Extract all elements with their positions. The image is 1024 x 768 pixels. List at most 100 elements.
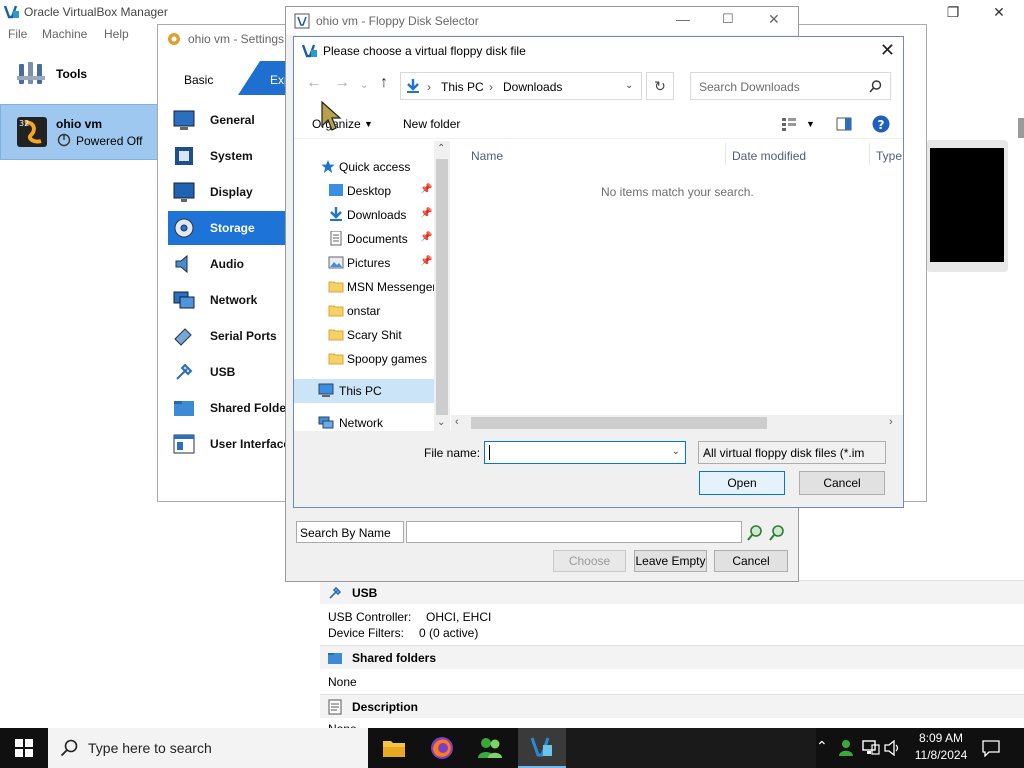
help-icon[interactable]: ? bbox=[872, 115, 890, 133]
refresh-button[interactable]: ↻ bbox=[646, 72, 674, 100]
back-arrow-icon[interactable]: ← bbox=[306, 74, 322, 92]
settings-category-display[interactable]: Display bbox=[168, 175, 286, 209]
scroll-right-icon[interactable]: › bbox=[889, 416, 893, 428]
shared-folders-icon bbox=[174, 401, 194, 416]
settings-category-network[interactable]: Network bbox=[168, 283, 286, 317]
file-name-input[interactable]: ⌄ bbox=[484, 441, 686, 464]
navigation-pane-scrollbar[interactable]: ⌃ ⌄ bbox=[434, 141, 450, 431]
scroll-up-icon[interactable]: ⌃ bbox=[437, 143, 445, 154]
menu-help[interactable]: Help bbox=[104, 27, 129, 41]
taskbar-virtualbox[interactable] bbox=[518, 728, 566, 768]
file-type-filter-dropdown[interactable]: All virtual floppy disk files (*.im ⌄ bbox=[698, 441, 886, 464]
tray-clock-date[interactable]: 11/8/2024 bbox=[910, 748, 972, 762]
chevron-down-icon[interactable]: ⌄ bbox=[672, 446, 680, 457]
nav-item-spoopy-games[interactable]: Spoopy games bbox=[294, 347, 434, 371]
taskbar-file-explorer[interactable] bbox=[370, 728, 418, 768]
up-arrow-icon[interactable]: ↑ bbox=[380, 74, 388, 92]
floppy-selector-maximize-button[interactable]: ☐ bbox=[722, 11, 734, 27]
nav-item-pictures[interactable]: Pictures 📌 bbox=[294, 251, 434, 275]
taskbar-msn-messenger[interactable] bbox=[466, 728, 514, 768]
menu-machine[interactable]: Machine bbox=[42, 27, 87, 41]
tab-basic[interactable]: Basic bbox=[168, 61, 238, 95]
file-list-horizontal-scrollbar[interactable]: ‹ › bbox=[451, 415, 903, 431]
nav-item-scary-shit[interactable]: Scary Shit bbox=[294, 323, 434, 347]
tray-clock-time[interactable]: 8:09 AM bbox=[910, 731, 972, 745]
settings-category-user-interface[interactable]: User Interface bbox=[168, 427, 290, 461]
nav-item-documents[interactable]: Documents 📌 bbox=[294, 227, 434, 251]
notifications-icon[interactable] bbox=[982, 739, 1000, 757]
network-status-icon[interactable] bbox=[862, 740, 880, 756]
floppy-selector-minimize-button[interactable]: — bbox=[676, 11, 690, 27]
floppy-search-input[interactable] bbox=[406, 521, 742, 543]
column-date-modified[interactable]: Date modified bbox=[732, 149, 806, 173]
shared-folders-section-header[interactable]: Shared folders bbox=[320, 645, 1024, 669]
search-icon[interactable] bbox=[746, 524, 764, 542]
search-downloads-input[interactable]: Search Downloads bbox=[690, 72, 891, 100]
menu-file[interactable]: File bbox=[8, 27, 27, 41]
address-history-chevron-icon[interactable]: ⌄ bbox=[625, 80, 633, 91]
settings-category-serial-ports[interactable]: Serial Ports bbox=[168, 319, 286, 353]
category-label: General bbox=[210, 113, 255, 127]
navigation-scroll-thumb[interactable] bbox=[436, 159, 448, 415]
view-options-icon[interactable] bbox=[781, 117, 797, 131]
pin-icon: 📌 bbox=[420, 208, 433, 219]
tools-item[interactable]: Tools bbox=[0, 46, 160, 102]
search-next-icon[interactable] bbox=[768, 524, 786, 542]
choose-button[interactable]: Choose bbox=[553, 550, 626, 572]
vm-list-item-ohio-vm[interactable]: 32 ohio vm Powered Off bbox=[0, 104, 160, 160]
nav-item-this-pc[interactable]: This PC bbox=[294, 379, 434, 403]
description-section-header[interactable]: Description bbox=[320, 694, 1024, 718]
preview-pane-icon[interactable] bbox=[836, 117, 852, 131]
virtualbox-logo-icon bbox=[4, 5, 19, 19]
column-type[interactable]: Type bbox=[876, 149, 902, 173]
audio-speaker-icon bbox=[175, 254, 188, 274]
new-folder-button[interactable]: New folder bbox=[403, 117, 460, 131]
settings-category-shared-folders[interactable]: Shared Folders bbox=[168, 391, 297, 425]
settings-category-storage[interactable]: Storage bbox=[168, 211, 286, 245]
tray-overflow-chevron-icon[interactable]: ⌃ bbox=[816, 738, 828, 755]
leave-empty-button[interactable]: Leave Empty bbox=[634, 550, 707, 572]
nav-item-downloads[interactable]: Downloads 📌 bbox=[294, 203, 434, 227]
scroll-left-icon[interactable]: ‹ bbox=[455, 416, 459, 428]
taskbar-search-box[interactable]: Type here to search bbox=[48, 728, 368, 768]
file-name-label: File name: bbox=[424, 446, 481, 460]
column-divider bbox=[869, 143, 870, 165]
settings-category-system[interactable]: System bbox=[168, 139, 286, 173]
file-dialog-cancel-button[interactable]: Cancel bbox=[799, 471, 885, 495]
nav-item-quick-access[interactable]: Quick access bbox=[294, 155, 434, 179]
volume-icon[interactable] bbox=[884, 740, 902, 756]
details-scrollbar-thumb[interactable] bbox=[1018, 118, 1024, 138]
horizontal-scroll-thumb[interactable] bbox=[471, 417, 767, 429]
settings-category-general[interactable]: General bbox=[168, 103, 286, 137]
nav-item-label: onstar bbox=[347, 304, 381, 318]
folder-icon bbox=[328, 353, 344, 365]
nav-item-desktop[interactable]: Desktop 📌 bbox=[294, 179, 434, 203]
floppy-selector-close-button[interactable]: ✕ bbox=[768, 11, 780, 28]
breadcrumb-this-pc[interactable]: This PC bbox=[441, 80, 484, 94]
address-bar[interactable]: › This PC › Downloads ⌄ bbox=[400, 72, 642, 100]
nav-item-onstar[interactable]: onstar bbox=[294, 299, 434, 323]
manager-close-button[interactable]: ✕ bbox=[976, 0, 1022, 24]
tray-messenger-icon[interactable] bbox=[838, 739, 856, 757]
manager-restore-button[interactable]: ❐ bbox=[930, 0, 976, 24]
usb-section-header[interactable]: USB bbox=[320, 580, 1024, 604]
scroll-down-icon[interactable]: ⌄ bbox=[437, 417, 445, 428]
start-button[interactable] bbox=[0, 728, 48, 768]
recent-locations-chevron-icon[interactable]: ⌄ bbox=[360, 80, 368, 91]
open-button[interactable]: Open bbox=[699, 471, 785, 495]
forward-arrow-icon[interactable]: → bbox=[334, 74, 350, 92]
search-mode-dropdown[interactable]: Search By Name ⌄ bbox=[296, 521, 404, 543]
settings-category-audio[interactable]: Audio bbox=[168, 247, 286, 281]
column-name[interactable]: Name bbox=[471, 149, 503, 173]
view-dropdown-icon[interactable]: ▼ bbox=[806, 119, 815, 129]
file-dialog-close-button[interactable]: ✕ bbox=[880, 40, 895, 61]
description-section-title: Description bbox=[352, 700, 419, 714]
category-label: Display bbox=[210, 185, 253, 199]
breadcrumb-downloads[interactable]: Downloads bbox=[503, 80, 562, 94]
settings-category-usb[interactable]: USB bbox=[168, 355, 286, 389]
nav-item-msn-messenger[interactable]: MSN Messenger bbox=[294, 275, 436, 299]
vm-state: Powered Off bbox=[76, 134, 143, 148]
floppy-cancel-button[interactable]: Cancel bbox=[714, 550, 788, 572]
taskbar-firefox[interactable] bbox=[418, 728, 466, 768]
firefox-icon bbox=[431, 737, 453, 759]
